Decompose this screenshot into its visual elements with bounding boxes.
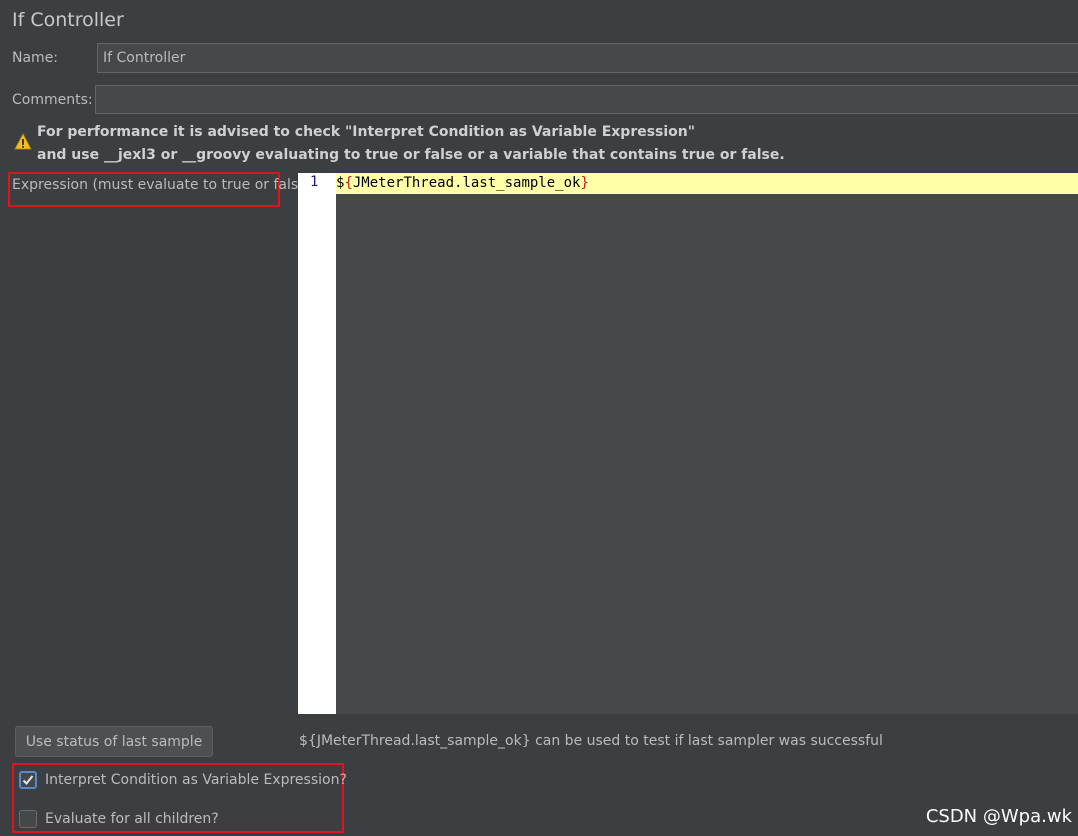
checkmark-icon	[22, 775, 34, 785]
warning-icon	[14, 133, 32, 151]
name-field[interactable]	[97, 43, 1078, 73]
code-body: JMeterThread.last_sample_ok	[352, 175, 581, 191]
use-last-sample-button[interactable]: Use status of last sample	[15, 726, 213, 757]
comments-label: Comments:	[12, 92, 93, 108]
evaluate-all-children-checkbox[interactable]	[19, 810, 37, 828]
comments-field[interactable]	[95, 85, 1078, 114]
expression-editor[interactable]: 1 ${JMeterThread.last_sample_ok}	[298, 173, 1078, 714]
code-open-brace: {	[344, 175, 353, 191]
interpret-condition-checkbox[interactable]	[19, 771, 37, 789]
line-number-gutter: 1	[298, 173, 336, 714]
code-close-brace: }	[580, 175, 589, 191]
line-number: 1	[310, 174, 319, 190]
evaluate-all-children-label[interactable]: Evaluate for all children?	[45, 811, 219, 827]
warning-line-2: and use __jexl3 or __groovy evaluating t…	[37, 147, 785, 163]
last-sample-hint: ${JMeterThread.last_sample_ok} can be us…	[299, 733, 883, 749]
interpret-condition-label[interactable]: Interpret Condition as Variable Expressi…	[45, 772, 347, 788]
watermark: CSDN @Wpa.wk	[925, 806, 1072, 827]
expression-label: Expression (must evaluate to true or fal…	[12, 177, 313, 193]
panel-title: If Controller	[12, 9, 124, 31]
warning-line-1: For performance it is advised to check "…	[37, 124, 696, 140]
code-line-current[interactable]: ${JMeterThread.last_sample_ok}	[336, 173, 1078, 194]
name-label: Name:	[12, 50, 59, 66]
